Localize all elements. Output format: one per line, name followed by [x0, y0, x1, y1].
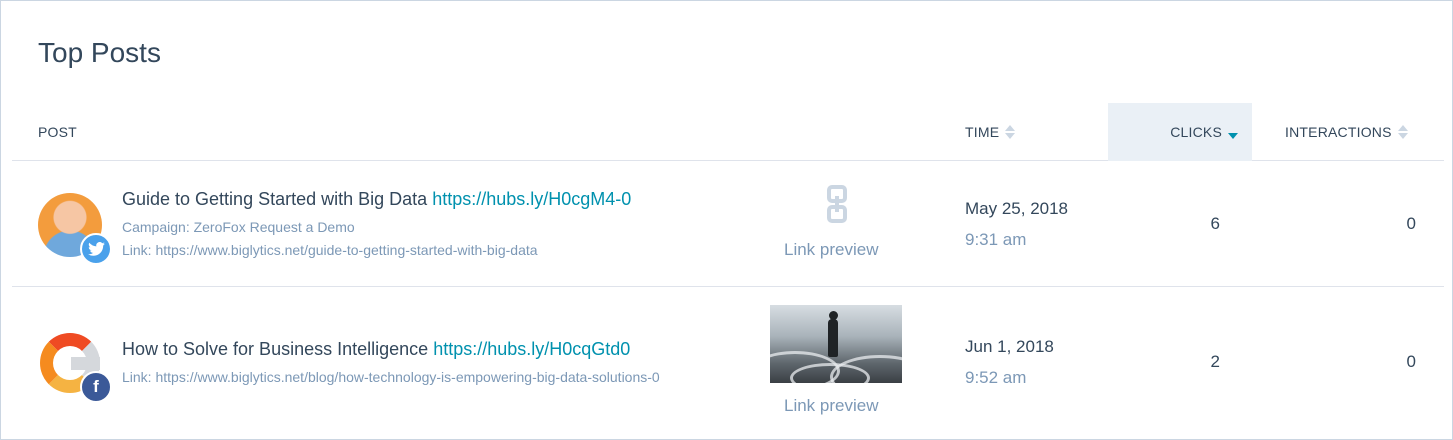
clicks-value: 2: [1210, 352, 1220, 371]
clicks-value: 6: [1210, 214, 1220, 233]
table-header: POST TIME CLICKS INTERACTIONS: [12, 103, 1444, 161]
post-title-text: Guide to Getting Started with Big Data: [122, 189, 428, 209]
column-header-clicks-label: CLICKS: [1170, 124, 1222, 140]
post-campaign: Campaign: ZeroFox Request a Demo: [122, 219, 355, 235]
twitter-icon: [80, 233, 112, 265]
post-title: Guide to Getting Started with Big Data h…: [122, 189, 631, 210]
interactions-value: 0: [1406, 352, 1416, 371]
link-preview-label[interactable]: Link preview: [784, 396, 879, 416]
interactions-value: 0: [1406, 214, 1416, 233]
post-time: 9:31 am: [965, 230, 1027, 249]
column-header-interactions[interactable]: INTERACTIONS: [1285, 103, 1408, 161]
post-short-url-link[interactable]: https://hubs.ly/H0cqGtd0: [433, 339, 630, 359]
sort-icon[interactable]: [1005, 125, 1016, 139]
sort-descending-icon[interactable]: [1228, 125, 1238, 139]
post-link: Link: https://www.biglytics.net/blog/how…: [122, 369, 660, 385]
table-row: Guide to Getting Started with Big Data h…: [12, 161, 1444, 287]
post-link: Link: https://www.biglytics.net/guide-to…: [122, 242, 538, 258]
post-short-url-link[interactable]: https://hubs.ly/H0cgM4-0: [432, 189, 631, 209]
sort-icon[interactable]: [1397, 125, 1408, 139]
column-header-post: POST: [38, 103, 77, 161]
column-header-time[interactable]: TIME: [965, 103, 1016, 161]
post-title: How to Solve for Business Intelligence h…: [122, 339, 630, 360]
column-header-time-label: TIME: [965, 124, 1000, 140]
facebook-glyph: f: [93, 377, 99, 396]
post-title-text: How to Solve for Business Intelligence: [122, 339, 429, 359]
post-date: Jun 1, 2018: [965, 337, 1054, 356]
column-header-clicks[interactable]: CLICKS: [1108, 103, 1252, 161]
table-row: f How to Solve for Business Intelligence…: [12, 287, 1444, 439]
column-header-interactions-label: INTERACTIONS: [1285, 124, 1392, 140]
chain-link-icon: [827, 185, 847, 223]
facebook-icon: f: [80, 371, 112, 403]
post-date: May 25, 2018: [965, 199, 1069, 218]
post-time: 9:52 am: [965, 368, 1027, 387]
column-header-post-label: POST: [38, 124, 77, 140]
top-posts-card: Top Posts POST TIME CLICKS INTERACTIONS …: [0, 0, 1453, 440]
card-title: Top Posts: [38, 37, 161, 68]
link-preview-label[interactable]: Link preview: [784, 240, 879, 260]
link-preview-image[interactable]: [770, 305, 902, 383]
